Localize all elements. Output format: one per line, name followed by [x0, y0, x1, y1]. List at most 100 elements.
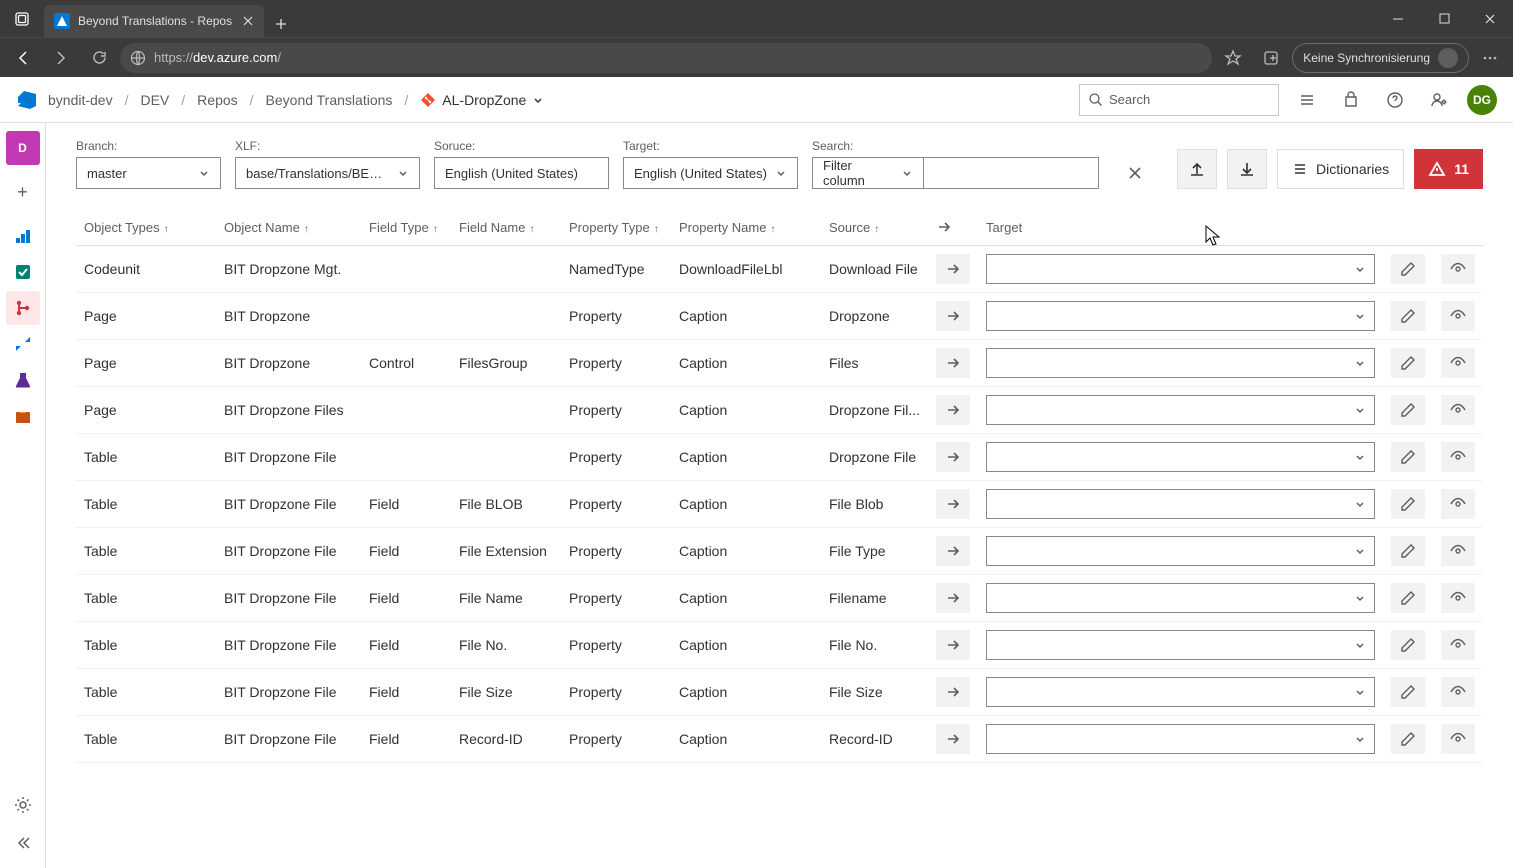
edit-button[interactable] — [1391, 489, 1425, 519]
target-input[interactable] — [986, 536, 1375, 566]
pipelines-icon[interactable] — [6, 327, 40, 361]
view-button[interactable] — [1441, 583, 1475, 613]
copy-source-button[interactable] — [936, 348, 970, 378]
column-property-name[interactable]: Property Name↑ — [671, 209, 821, 246]
view-button[interactable] — [1441, 395, 1475, 425]
copy-source-button[interactable] — [936, 724, 970, 754]
user-avatar[interactable]: DG — [1467, 85, 1497, 115]
copy-source-button[interactable] — [936, 254, 970, 284]
tab-actions-icon[interactable] — [8, 5, 36, 33]
edit-button[interactable] — [1391, 395, 1425, 425]
edit-button[interactable] — [1391, 583, 1425, 613]
target-input[interactable] — [986, 489, 1375, 519]
favorites-button[interactable] — [1216, 41, 1250, 75]
copy-source-button[interactable] — [936, 630, 970, 660]
refresh-button[interactable] — [82, 41, 116, 75]
close-window-button[interactable] — [1467, 0, 1513, 37]
copy-source-button[interactable] — [936, 301, 970, 331]
column-object-name[interactable]: Object Name↑ — [216, 209, 361, 246]
target-input[interactable] — [986, 395, 1375, 425]
column-object-types[interactable]: Object Types↑ — [76, 209, 216, 246]
xlf-dropdown[interactable]: base/Translations/BEYO... — [235, 157, 420, 189]
target-input[interactable] — [986, 677, 1375, 707]
help-icon[interactable] — [1379, 84, 1411, 116]
copy-source-button[interactable] — [936, 395, 970, 425]
target-input[interactable] — [986, 724, 1375, 754]
work-items-icon[interactable] — [1291, 84, 1323, 116]
breadcrumb-page[interactable]: Beyond Translations — [266, 92, 393, 108]
column-field-name[interactable]: Field Name↑ — [451, 209, 561, 246]
view-button[interactable] — [1441, 254, 1475, 284]
collapse-rail-icon[interactable] — [6, 826, 40, 860]
address-bar[interactable]: https://dev.azure.com/ — [120, 43, 1212, 73]
source-dropdown[interactable]: English (United States) — [434, 157, 609, 189]
filter-text-input[interactable] — [924, 157, 1099, 189]
user-settings-icon[interactable] — [1423, 84, 1455, 116]
breadcrumb-project[interactable]: DEV — [140, 92, 169, 108]
column-source[interactable]: Source↑ — [821, 209, 928, 246]
view-button[interactable] — [1441, 677, 1475, 707]
copy-source-button[interactable] — [936, 536, 970, 566]
back-button[interactable] — [6, 41, 40, 75]
collections-button[interactable] — [1254, 41, 1288, 75]
marketplace-icon[interactable] — [1335, 84, 1367, 116]
forward-button[interactable] — [44, 41, 78, 75]
view-button[interactable] — [1441, 348, 1475, 378]
add-item-button[interactable]: + — [6, 175, 40, 209]
close-tab-icon[interactable] — [242, 15, 254, 27]
view-button[interactable] — [1441, 489, 1475, 519]
edit-button[interactable] — [1391, 677, 1425, 707]
repos-icon[interactable] — [6, 291, 40, 325]
column-property-type[interactable]: Property Type↑ — [561, 209, 671, 246]
edit-button[interactable] — [1391, 536, 1425, 566]
column-copy-all[interactable] — [928, 209, 978, 246]
view-button[interactable] — [1441, 442, 1475, 472]
column-field-type[interactable]: Field Type↑ — [361, 209, 451, 246]
warnings-button[interactable]: 11 — [1414, 149, 1483, 189]
target-input[interactable] — [986, 583, 1375, 613]
edit-button[interactable] — [1391, 724, 1425, 754]
copy-source-button[interactable] — [936, 489, 970, 519]
target-input[interactable] — [986, 630, 1375, 660]
target-input[interactable] — [986, 348, 1375, 378]
copy-source-button[interactable] — [936, 583, 970, 613]
browser-tab[interactable]: Beyond Translations - Repos — [44, 5, 264, 37]
view-button[interactable] — [1441, 536, 1475, 566]
edit-button[interactable] — [1391, 442, 1425, 472]
target-dropdown[interactable]: English (United States) — [623, 157, 798, 189]
search-input[interactable]: Search — [1079, 84, 1279, 116]
target-input[interactable] — [986, 442, 1375, 472]
copy-source-button[interactable] — [936, 442, 970, 472]
clear-filter-button[interactable] — [1119, 157, 1151, 189]
new-tab-button[interactable] — [264, 17, 298, 31]
branch-dropdown[interactable]: master — [76, 157, 221, 189]
edit-button[interactable] — [1391, 348, 1425, 378]
breadcrumb-repo-selector[interactable]: AL-DropZone — [420, 92, 544, 108]
column-target[interactable]: Target — [978, 209, 1383, 246]
download-button[interactable] — [1227, 149, 1267, 189]
target-input[interactable] — [986, 254, 1375, 284]
dictionaries-button[interactable]: Dictionaries — [1277, 149, 1404, 189]
overview-icon[interactable] — [6, 219, 40, 253]
boards-icon[interactable] — [6, 255, 40, 289]
view-button[interactable] — [1441, 724, 1475, 754]
minimize-button[interactable] — [1375, 0, 1421, 37]
profile-sync-button[interactable]: Keine Synchronisierung — [1292, 43, 1469, 73]
edit-button[interactable] — [1391, 301, 1425, 331]
artifacts-icon[interactable] — [6, 399, 40, 433]
target-input[interactable] — [986, 301, 1375, 331]
site-info-icon[interactable] — [130, 50, 146, 66]
maximize-button[interactable] — [1421, 0, 1467, 37]
more-button[interactable] — [1473, 41, 1507, 75]
test-plans-icon[interactable] — [6, 363, 40, 397]
edit-button[interactable] — [1391, 254, 1425, 284]
breadcrumb-area[interactable]: Repos — [197, 92, 237, 108]
copy-source-button[interactable] — [936, 677, 970, 707]
edit-button[interactable] — [1391, 630, 1425, 660]
view-button[interactable] — [1441, 630, 1475, 660]
breadcrumb-org[interactable]: byndit-dev — [48, 92, 113, 108]
project-icon[interactable]: D — [6, 131, 40, 165]
settings-icon[interactable] — [6, 788, 40, 822]
filter-column-dropdown[interactable]: Filter column — [812, 157, 924, 189]
upload-button[interactable] — [1177, 149, 1217, 189]
